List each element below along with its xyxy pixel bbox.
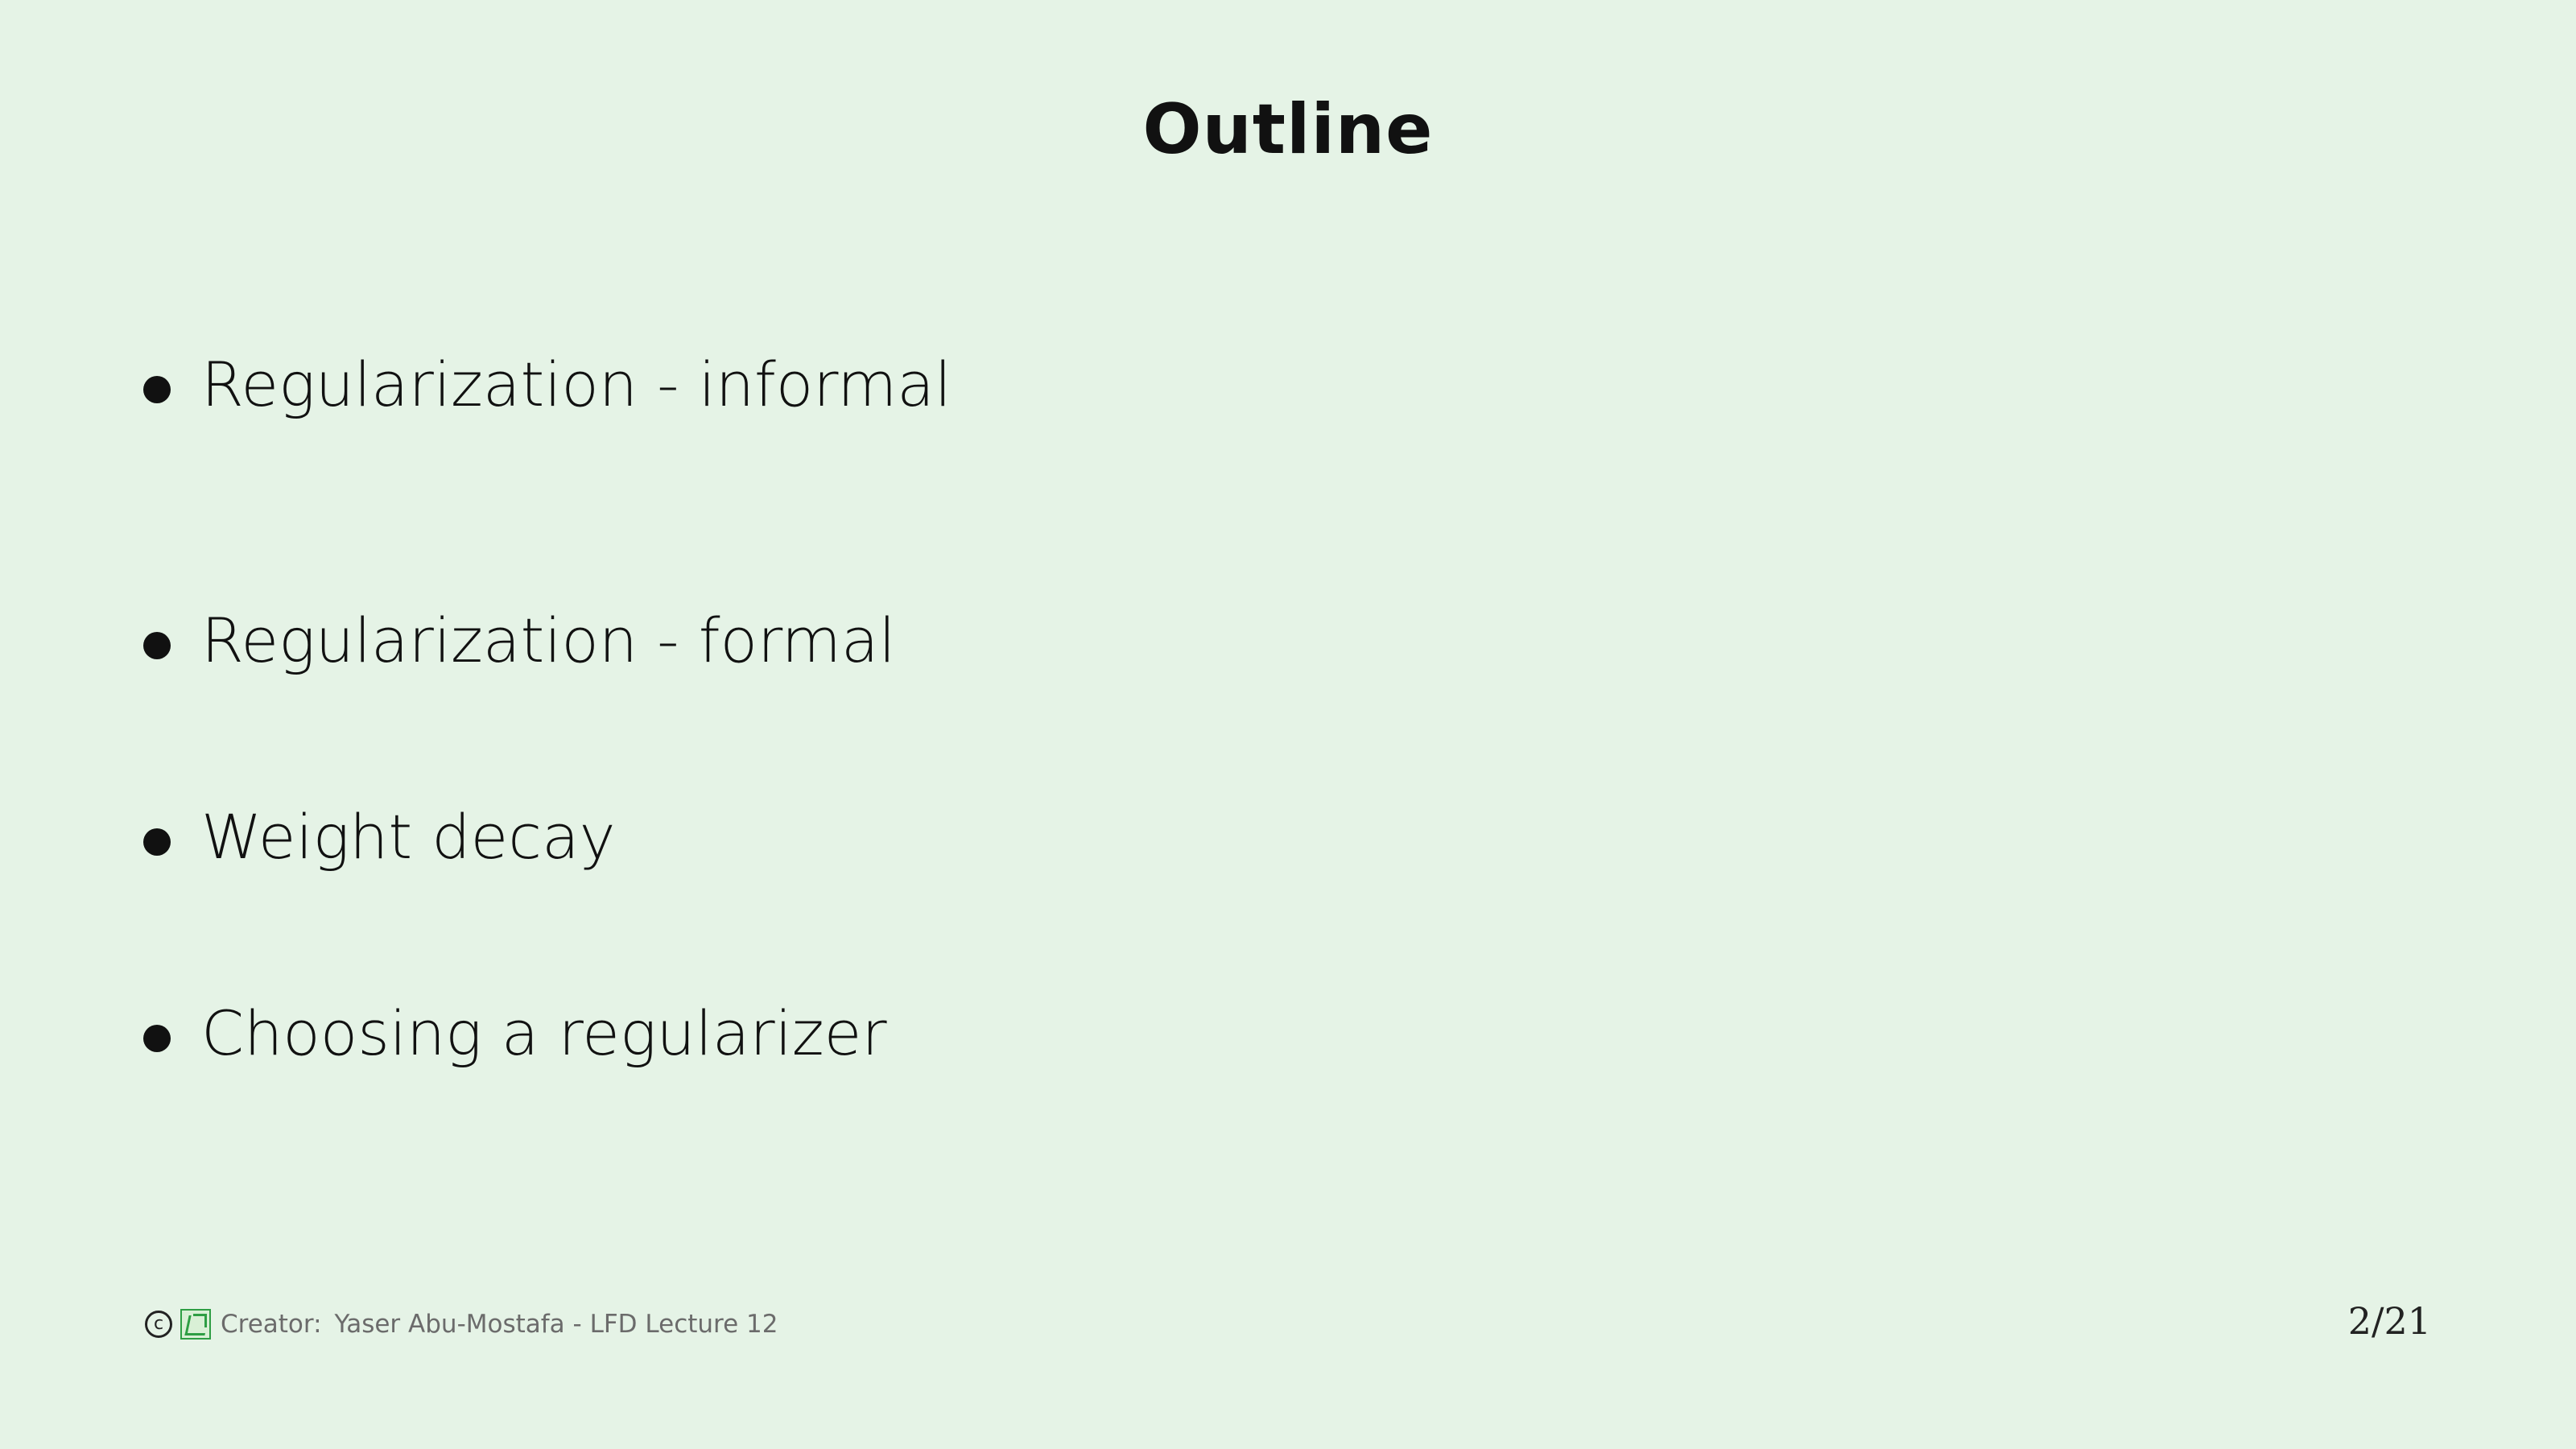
list-item: Weight decay <box>143 739 952 935</box>
bullet-icon <box>143 1025 171 1052</box>
outline-list: Regularization - informal Regularization… <box>143 346 952 1132</box>
list-item: Choosing a regularizer <box>143 935 952 1132</box>
list-item: Regularization - informal <box>143 346 952 423</box>
bullet-icon <box>143 376 171 403</box>
slide: Outline Regularization - informal Regula… <box>0 0 2576 1449</box>
footer-credits: c Creator: Yaser Abu-Mostafa - LFD Lectu… <box>145 1309 778 1340</box>
creator-text: Yaser Abu-Mostafa - LFD Lecture 12 <box>334 1309 778 1339</box>
bullet-icon <box>143 632 171 659</box>
list-item-text: Regularization - informal <box>201 349 952 420</box>
list-item: Regularization - formal <box>143 543 952 739</box>
bullet-icon <box>143 828 171 856</box>
list-item-text: Regularization - formal <box>201 605 896 676</box>
caltech-learning-logo-icon <box>180 1309 211 1340</box>
list-item-text: Weight decay <box>201 801 616 873</box>
page-number: 2/21 <box>2347 1299 2431 1343</box>
list-item-text: Choosing a regularizer <box>201 997 887 1069</box>
slide-title: Outline <box>1142 89 1434 170</box>
copyright-icon: c <box>145 1311 172 1338</box>
creator-label: Creator: <box>221 1309 322 1339</box>
